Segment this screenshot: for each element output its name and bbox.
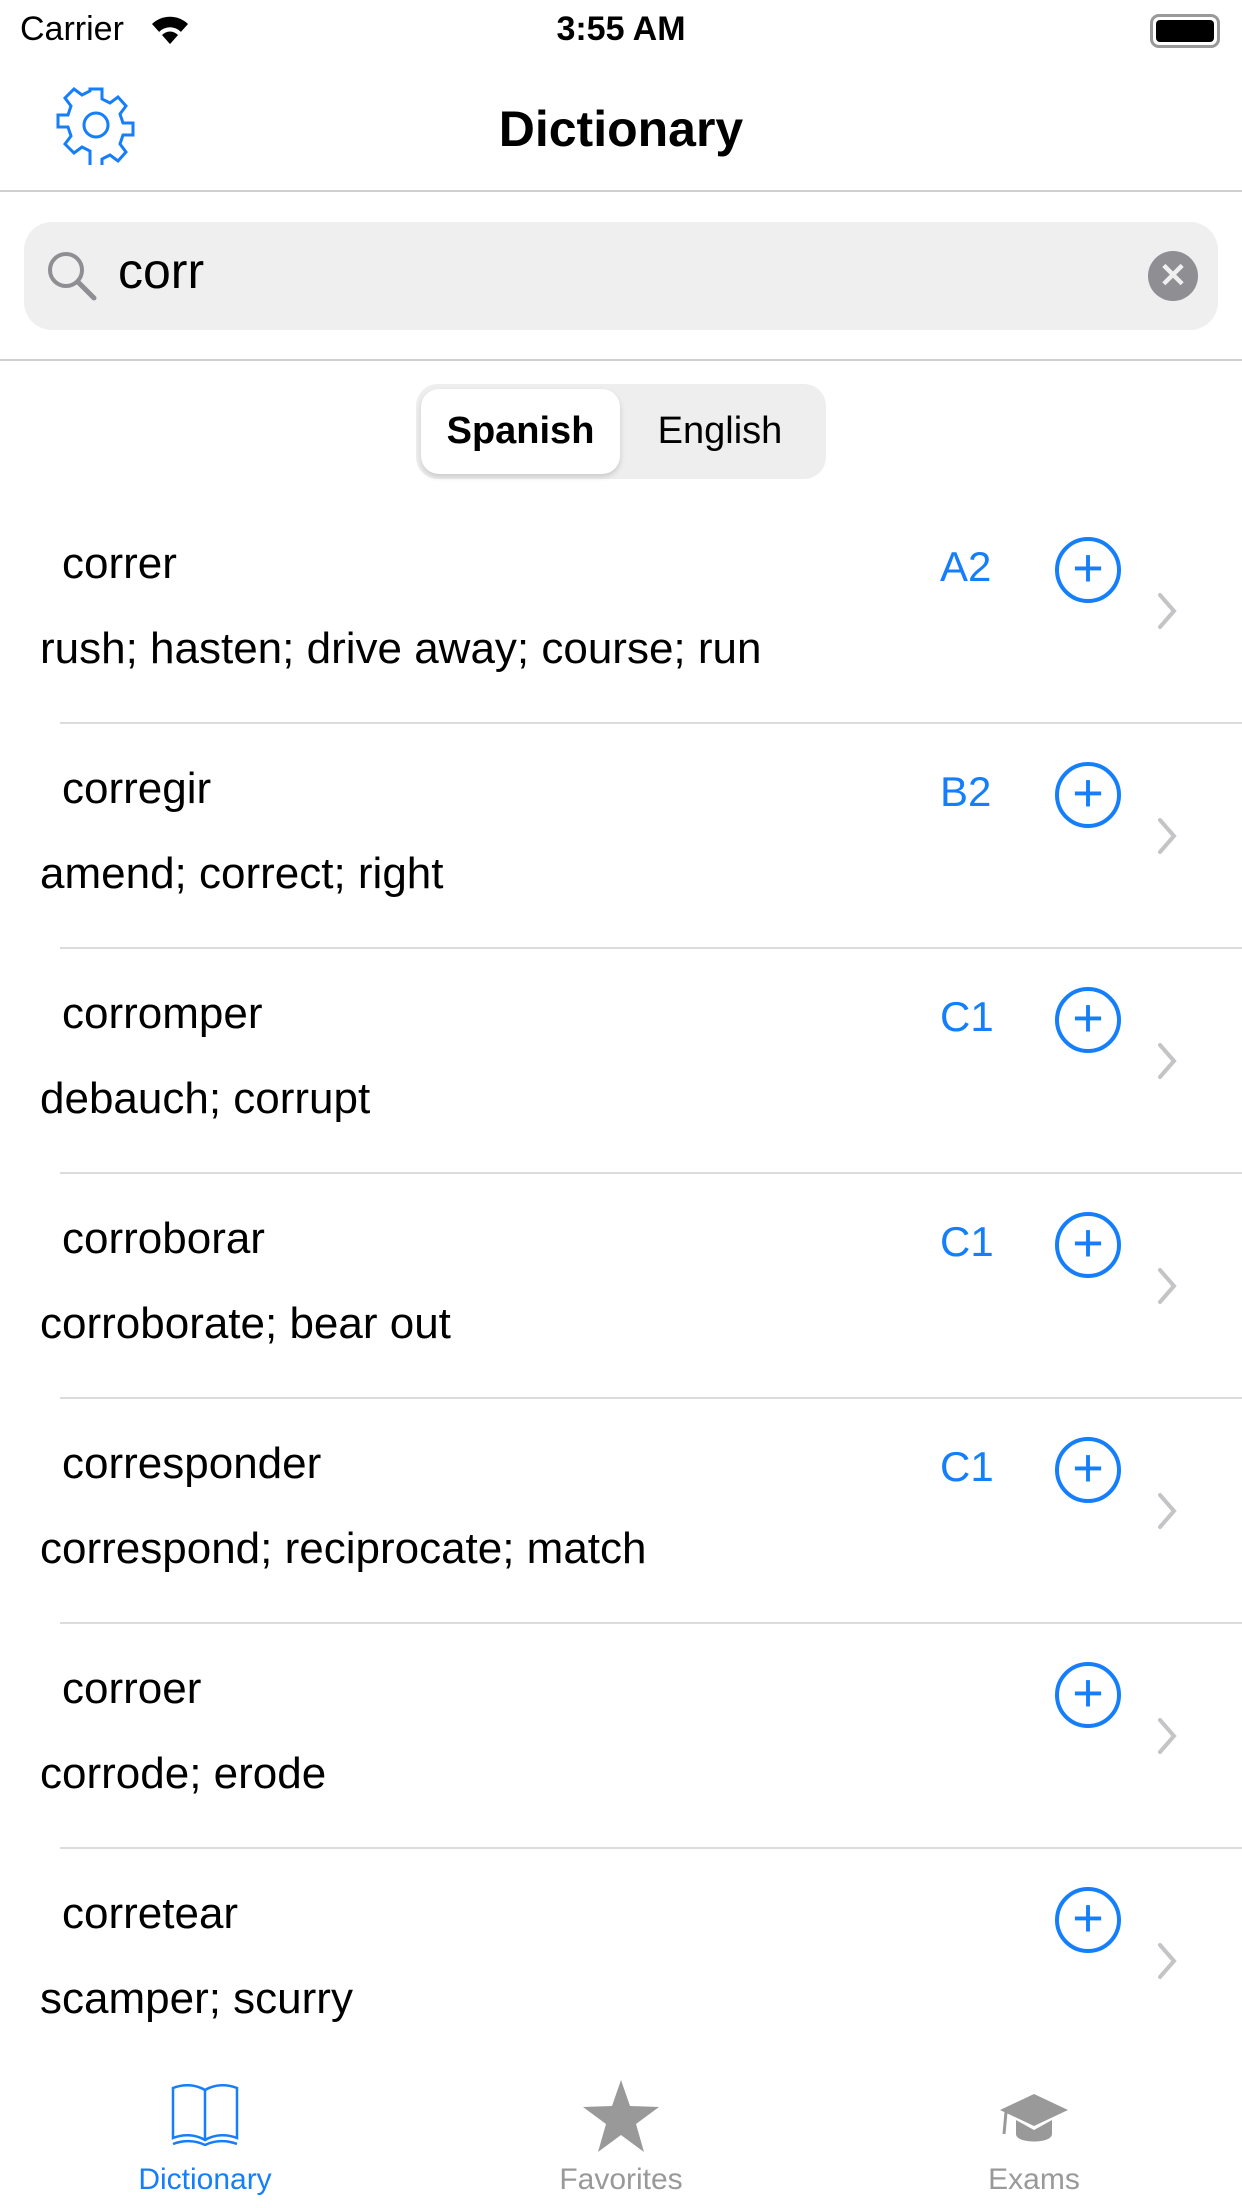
star-icon <box>583 2080 659 2152</box>
list-item[interactable]: corromper debauch; corrupt C1 + <box>0 949 1242 1174</box>
search-input[interactable] <box>118 242 1018 300</box>
chevron-right-icon <box>1158 1268 1177 1304</box>
level-badge: C1 <box>940 1218 994 1265</box>
page-title: Dictionary <box>498 101 744 157</box>
segment-spanish[interactable]: Spanish <box>421 389 620 474</box>
level-badge: B2 <box>940 768 992 815</box>
entry-word: corroborar <box>62 1214 265 1263</box>
add-favorite-button[interactable]: + <box>1055 987 1121 1053</box>
entry-definition: debauch; corrupt <box>40 1074 371 1123</box>
list-item[interactable]: corroer corrode; erode + <box>0 1624 1242 1849</box>
entry-word: corresponder <box>62 1439 322 1488</box>
add-favorite-button[interactable]: + <box>1055 1887 1121 1953</box>
add-favorite-button[interactable]: + <box>1055 537 1121 603</box>
list-item[interactable]: corregir amend; correct; right B2 + <box>0 724 1242 949</box>
entry-word: corregir <box>62 764 212 813</box>
search-icon <box>48 252 97 301</box>
nav-bar: Dictionary <box>0 62 1242 192</box>
entry-word: corromper <box>62 989 263 1038</box>
level-badge: A2 <box>940 543 992 590</box>
divider <box>0 359 1242 361</box>
add-favorite-button[interactable]: + <box>1055 1212 1121 1278</box>
tab-label: Favorites <box>559 2163 683 2196</box>
chevron-right-icon <box>1158 818 1177 854</box>
entry-definition: rush; hasten; drive away; course; run <box>40 624 762 673</box>
chevron-right-icon <box>1158 1943 1177 1979</box>
entry-word: correr <box>62 539 177 588</box>
entry-definition: amend; correct; right <box>40 849 444 898</box>
status-bar: Carrier 3:55 AM <box>0 0 1242 62</box>
search-bar[interactable]: ✕ <box>24 222 1218 330</box>
clock: 3:55 AM <box>556 10 686 48</box>
segment-english[interactable]: English <box>620 389 820 474</box>
entry-definition: corrode; erode <box>40 1749 327 1798</box>
language-segmented-control[interactable]: Spanish English <box>416 384 826 479</box>
battery-icon <box>1150 14 1220 48</box>
book-icon <box>171 2084 239 2146</box>
tab-exams[interactable]: Exams <box>884 2060 1184 2208</box>
list-item[interactable]: correr rush; hasten; drive away; course;… <box>0 499 1242 724</box>
clear-search-button[interactable]: ✕ <box>1148 251 1198 301</box>
level-badge: C1 <box>940 993 994 1040</box>
chevron-right-icon <box>1158 1493 1177 1529</box>
entry-definition: corroborate; bear out <box>40 1299 451 1348</box>
tab-favorites[interactable]: Favorites <box>471 2060 771 2208</box>
entry-definition: correspond; reciprocate; match <box>40 1524 647 1573</box>
list-item[interactable]: corretear scamper; scurry + <box>0 1849 1242 2074</box>
chevron-right-icon <box>1158 1718 1177 1754</box>
add-favorite-button[interactable]: + <box>1055 1662 1121 1728</box>
level-badge: C1 <box>940 1443 994 1490</box>
tab-dictionary[interactable]: Dictionary <box>55 2060 355 2208</box>
chevron-right-icon <box>1158 1043 1177 1079</box>
entry-word: corroer <box>62 1664 202 1713</box>
entry-definition: scamper; scurry <box>40 1974 353 2023</box>
tab-bar: Dictionary Favorites Exams <box>0 2060 1242 2208</box>
add-favorite-button[interactable]: + <box>1055 762 1121 828</box>
add-favorite-button[interactable]: + <box>1055 1437 1121 1503</box>
tab-label: Dictionary <box>138 2163 272 2196</box>
graduation-cap-icon <box>1000 2094 1068 2142</box>
chevron-right-icon <box>1158 593 1177 629</box>
tab-label: Exams <box>988 2163 1080 2196</box>
entry-word: corretear <box>62 1889 239 1938</box>
list-item[interactable]: corroborar corroborate; bear out C1 + <box>0 1174 1242 1399</box>
list-item[interactable]: corresponder correspond; reciprocate; ma… <box>0 1399 1242 1624</box>
